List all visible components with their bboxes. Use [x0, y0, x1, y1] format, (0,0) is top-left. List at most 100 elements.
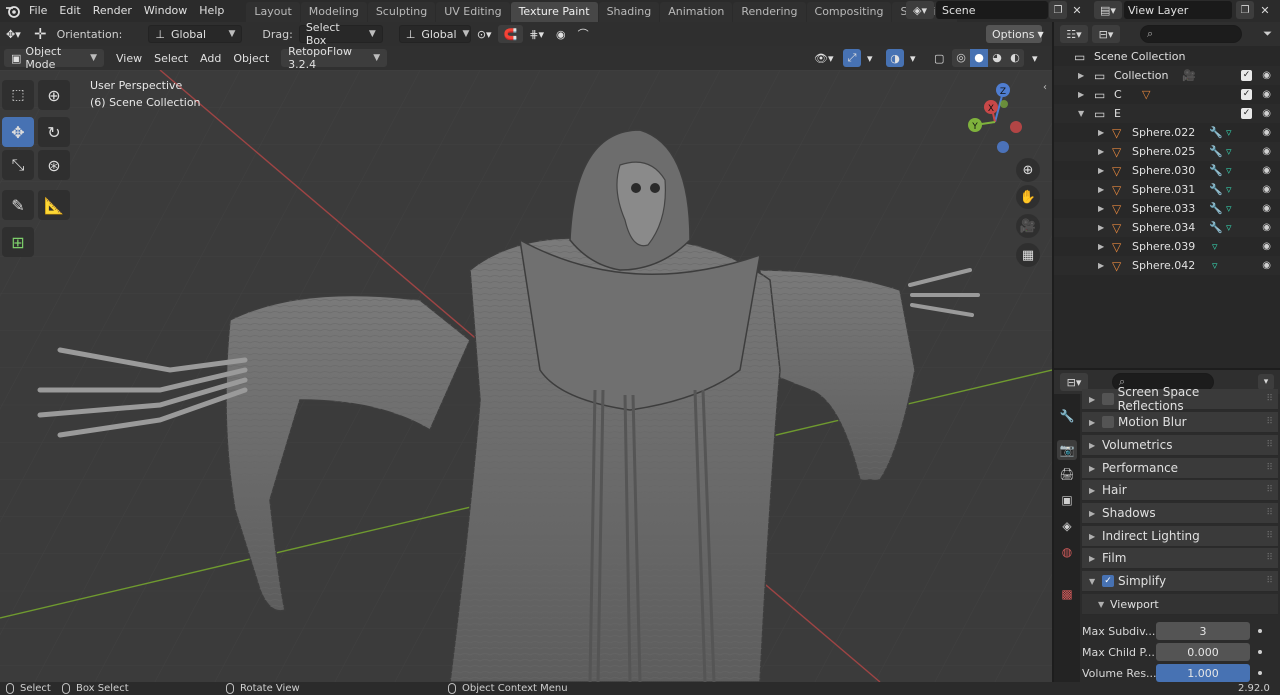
tab-sculpting[interactable]: Sculpting: [367, 2, 436, 22]
new-scene-button[interactable]: ❐: [1049, 1, 1067, 19]
rendered-shading-icon[interactable]: ◐: [1006, 49, 1024, 67]
chevron-down-icon[interactable]: ▾: [904, 49, 922, 67]
menu-file[interactable]: File: [23, 0, 53, 22]
snap-target-icon[interactable]: ⋕▾: [523, 25, 550, 43]
chevron-down-icon[interactable]: ▾: [1026, 49, 1044, 67]
3d-viewport[interactable]: ✥▾ ✛ Orientation: ⊥ Global ▼ Drag: Select…: [0, 22, 1052, 682]
eye-icon[interactable]: ◉: [1262, 108, 1271, 119]
simplify-checkbox[interactable]: ✓: [1102, 575, 1114, 587]
outliner-row-sphere[interactable]: ▶ ▽ Sphere.022 🔧 ▿ ◉: [1054, 123, 1280, 142]
expand-arrow-icon[interactable]: ▶: [1098, 185, 1104, 194]
outliner-row-c[interactable]: ▶ ▭ C ▽ ✓ ◉: [1054, 85, 1280, 104]
menu-view[interactable]: View: [110, 49, 148, 67]
falloff-icon[interactable]: ⌒: [572, 25, 595, 43]
tab-shading[interactable]: Shading: [598, 2, 660, 22]
outliner-row-sphere[interactable]: ▶ ▽ Sphere.039 ▿ ◉: [1054, 237, 1280, 256]
drag-dropdown[interactable]: Select Box ▼: [298, 22, 383, 47]
camera-view-icon[interactable]: 🎥: [1016, 214, 1040, 238]
eye-icon[interactable]: ◉: [1262, 222, 1271, 233]
outliner-row-sphere[interactable]: ▶ ▽ Sphere.030 🔧 ▿ ◉: [1054, 161, 1280, 180]
max-subdivision-input[interactable]: 3: [1156, 622, 1250, 640]
perspective-grid-icon[interactable]: ▦: [1016, 243, 1040, 267]
outliner-row-collection[interactable]: ▶ ▭ Collection 🎥 ✓ ◉: [1054, 66, 1280, 85]
animate-property-icon[interactable]: [1258, 629, 1262, 633]
scene-tab-icon[interactable]: ◈: [1057, 516, 1077, 536]
tab-uv-editing[interactable]: UV Editing: [436, 2, 510, 22]
animate-property-icon[interactable]: [1258, 671, 1262, 675]
transform-tool[interactable]: ⊛: [38, 150, 70, 180]
overlays-icon[interactable]: ◑: [886, 49, 904, 67]
panel-film[interactable]: ▶ Film ⠿: [1082, 548, 1278, 569]
scene-selector-button[interactable]: ◈▾: [906, 1, 934, 19]
xray-icon[interactable]: ▢: [928, 49, 950, 67]
neg-y-axis-handle[interactable]: [1000, 100, 1008, 108]
tab-texture-paint[interactable]: Texture Paint: [510, 2, 598, 22]
delete-scene-button[interactable]: ✕: [1068, 1, 1086, 19]
menu-window[interactable]: Window: [138, 0, 193, 22]
exclude-checkbox[interactable]: ✓: [1241, 108, 1252, 119]
drag-handle-icon[interactable]: ⠿: [1266, 417, 1273, 427]
render-tab-icon[interactable]: 📷: [1057, 440, 1077, 460]
view-layer-field[interactable]: View Layer: [1124, 1, 1232, 19]
delete-view-layer-button[interactable]: ✕: [1256, 1, 1274, 19]
rotate-tool[interactable]: ↻: [38, 117, 70, 147]
expand-arrow-icon[interactable]: ▶: [1098, 166, 1104, 175]
outliner-row-sphere[interactable]: ▶ ▽ Sphere.025 🔧 ▿ ◉: [1054, 142, 1280, 161]
snap-icon[interactable]: 🧲: [497, 25, 524, 43]
tab-layout[interactable]: Layout: [246, 2, 300, 22]
expand-arrow-icon[interactable]: ▶: [1098, 204, 1104, 213]
expand-arrow-icon[interactable]: ▶: [1098, 147, 1104, 156]
expand-arrow-icon[interactable]: ▶: [1098, 223, 1104, 232]
move-tool[interactable]: ✥: [2, 117, 34, 147]
expand-arrow-icon[interactable]: ▶: [1078, 90, 1084, 99]
volume-resolution-slider[interactable]: 1.000: [1156, 664, 1250, 682]
menu-add[interactable]: Add: [194, 49, 227, 67]
subpanel-viewport[interactable]: ▼ Viewport: [1082, 594, 1278, 615]
mode-dropdown[interactable]: ▣ Object Mode ▼: [4, 45, 104, 71]
measure-tool[interactable]: 📐: [38, 190, 70, 220]
outliner-row-sphere[interactable]: ▶ ▽ Sphere.033 🔧 ▿ ◉: [1054, 199, 1280, 218]
editor-type-outliner-icon[interactable]: ☷▾: [1060, 25, 1088, 43]
view-layer-tab-icon[interactable]: ▣: [1057, 490, 1077, 510]
eye-icon[interactable]: ◉: [1262, 260, 1271, 271]
neg-z-axis-handle[interactable]: [997, 141, 1009, 153]
neg-x-axis-handle[interactable]: [1010, 121, 1022, 133]
outliner-row-sphere[interactable]: ▶ ▽ Sphere.031 🔧 ▿ ◉: [1054, 180, 1280, 199]
new-view-layer-button[interactable]: ❐: [1236, 1, 1254, 19]
eye-icon[interactable]: ◉: [1262, 89, 1271, 100]
exclude-checkbox[interactable]: ✓: [1241, 89, 1252, 100]
expand-arrow-icon[interactable]: ▶: [1078, 71, 1084, 80]
cursor-tool[interactable]: ⊕: [38, 80, 70, 110]
drag-handle-icon[interactable]: ⠿: [1266, 485, 1273, 495]
panel-shadows[interactable]: ▶ Shadows ⠿: [1082, 503, 1278, 524]
display-mode-icon[interactable]: ⊟▾: [1092, 25, 1120, 43]
orientation-dropdown[interactable]: ⊥ Global ▼: [148, 25, 243, 43]
eye-icon[interactable]: ◉: [1262, 70, 1271, 81]
tab-compositing[interactable]: Compositing: [806, 2, 892, 22]
visibility-icon[interactable]: 👁▾: [808, 49, 840, 67]
screen-space-reflections-checkbox[interactable]: [1101, 393, 1114, 405]
panel-performance[interactable]: ▶ Performance ⠿: [1082, 458, 1278, 479]
transform-orientation-dropdown[interactable]: ⊥ Global ▼: [398, 25, 471, 43]
transform-tool-icon[interactable]: ✥▾: [0, 25, 30, 43]
select-box-tool[interactable]: ⬚: [2, 80, 34, 110]
sidebar-toggle-icon[interactable]: ‹: [1043, 82, 1047, 93]
blender-logo-icon[interactable]: [3, 1, 23, 21]
view-layer-selector-button[interactable]: ▤▾: [1094, 1, 1122, 19]
max-child-particles-input[interactable]: 0.000: [1156, 643, 1250, 661]
eye-icon[interactable]: ◉: [1262, 241, 1271, 252]
outliner-row-scene-collection[interactable]: ▭ Scene Collection: [1054, 47, 1280, 66]
exclude-checkbox[interactable]: ✓: [1241, 70, 1252, 81]
eye-icon[interactable]: ◉: [1262, 165, 1271, 176]
panel-simplify[interactable]: ▼ ✓ Simplify ⠿: [1082, 571, 1278, 592]
collapse-arrow-icon[interactable]: ▼: [1078, 109, 1084, 118]
viewport-canvas[interactable]: [0, 70, 1052, 682]
tool-tab-icon[interactable]: 🔧: [1057, 406, 1077, 426]
texture-tab-icon[interactable]: ▩: [1057, 584, 1077, 604]
expand-arrow-icon[interactable]: ▶: [1098, 128, 1104, 137]
panel-screen-space-reflections[interactable]: ▶ Screen Space Reflections ⠿: [1082, 385, 1278, 413]
scale-tool[interactable]: ⤡: [2, 150, 34, 180]
eye-icon[interactable]: ◉: [1262, 127, 1271, 138]
world-tab-icon[interactable]: ◍: [1057, 542, 1077, 562]
add-cube-tool[interactable]: ⊞: [2, 227, 34, 257]
